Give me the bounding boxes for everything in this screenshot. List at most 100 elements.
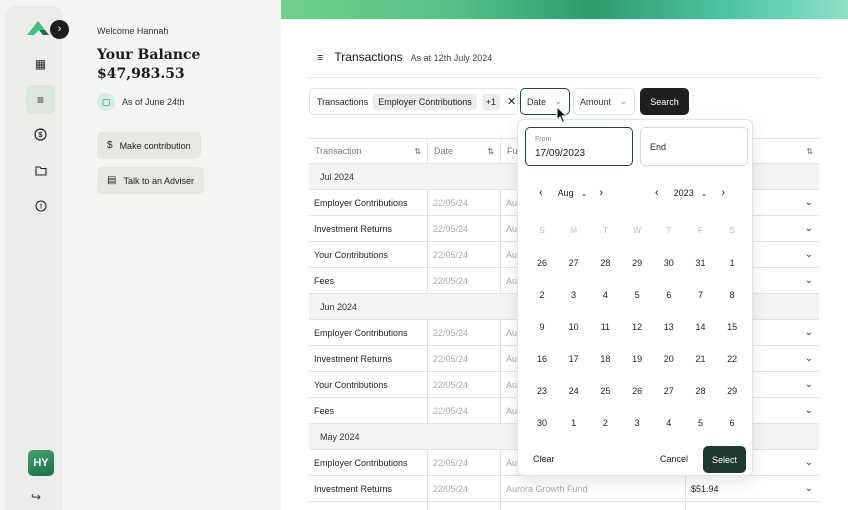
transaction-date: 22/05/24 — [428, 268, 501, 294]
clear-filter-icon[interactable]: ✕ — [507, 95, 516, 108]
chevron-down-icon: ⌄ — [580, 188, 588, 198]
date-range-picker: From 17/09/2023 End ‹ Aug ⌄ › ‹ 2023 ⌄ ›… — [517, 119, 753, 476]
nav-documents[interactable] — [26, 156, 55, 185]
calendar-day[interactable]: 29 — [720, 381, 744, 401]
calendar-day[interactable]: 23 — [530, 381, 554, 401]
column-header-label: Transaction — [315, 146, 362, 156]
calendar-day[interactable]: 26 — [625, 381, 649, 401]
calendar-day[interactable]: 30 — [530, 413, 554, 433]
expand-row-icon[interactable]: ⌄ — [805, 483, 813, 494]
cancel-button[interactable]: Cancel — [660, 454, 688, 464]
calendar-day[interactable]: 15 — [720, 317, 744, 337]
calendar-day[interactable]: 11 — [593, 317, 617, 337]
expand-row-icon[interactable]: ⌄ — [805, 249, 813, 260]
expand-row-icon[interactable]: ⌄ — [805, 379, 813, 390]
calendar-day[interactable]: 28 — [689, 381, 713, 401]
talk-adviser-label: Talk to an Adviser — [123, 175, 194, 186]
nav-transactions[interactable]: ≡ — [26, 85, 55, 114]
calendar-day[interactable]: 2 — [530, 285, 554, 305]
expand-row-icon[interactable]: ⌄ — [805, 457, 813, 468]
expand-sidebar-button[interactable]: › — [50, 20, 69, 39]
calendar-day[interactable]: 5 — [625, 285, 649, 305]
amount-filter-dropdown[interactable]: Amount ⌄ — [573, 88, 635, 115]
calendar-day[interactable]: 9 — [530, 317, 554, 337]
filter-label: Transactions — [317, 96, 369, 107]
folder-icon — [34, 166, 47, 176]
calendar-day[interactable]: 4 — [593, 285, 617, 305]
transaction-name: Investment Returns — [309, 346, 428, 372]
calendar-day[interactable]: 1 — [562, 413, 586, 433]
transactions-header: ≡ Transactions As at 12th July 2024 — [317, 50, 492, 64]
calendar-day[interactable]: 28 — [593, 253, 617, 273]
select-button[interactable]: Select — [703, 446, 746, 473]
calendar-day[interactable]: 10 — [562, 317, 586, 337]
weekday-label: S — [539, 226, 545, 235]
table-row[interactable]: Investment Returns 22/05/24 Aurora Growth … — [309, 476, 819, 502]
clear-button[interactable]: Clear — [533, 454, 555, 464]
from-date-field[interactable]: From 17/09/2023 — [525, 127, 633, 166]
calendar-day[interactable]: 12 — [625, 317, 649, 337]
calendar-day[interactable]: 31 — [689, 253, 713, 273]
calendar-day[interactable]: 8 — [720, 285, 744, 305]
calendar-day[interactable]: 29 — [625, 253, 649, 273]
table-row[interactable]: Your Contributions22/05/24Aurora Growth … — [309, 502, 819, 510]
calendar-day[interactable]: 3 — [625, 413, 649, 433]
calendar-day[interactable]: 30 — [657, 253, 681, 273]
calendar-day[interactable]: 19 — [625, 349, 649, 369]
calendar-day[interactable]: 13 — [657, 317, 681, 337]
calendar-day[interactable]: 24 — [562, 381, 586, 401]
calendar-day[interactable]: 2 — [593, 413, 617, 433]
nav-dashboard[interactable]: ▦ — [26, 49, 55, 78]
expand-row-icon[interactable]: ⌄ — [805, 327, 813, 338]
avatar[interactable]: HY — [28, 450, 54, 476]
search-button[interactable]: Search — [640, 88, 689, 115]
calendar-day[interactable]: 3 — [562, 285, 586, 305]
calendar-day[interactable]: 6 — [720, 413, 744, 433]
expand-row-icon[interactable]: ⌄ — [805, 197, 813, 208]
next-month-icon[interactable]: › — [599, 187, 603, 199]
list-icon: ≡ — [36, 92, 44, 107]
calendar-day[interactable]: 21 — [689, 349, 713, 369]
calendar-day[interactable]: 20 — [657, 349, 681, 369]
calendar-day[interactable]: 17 — [562, 349, 586, 369]
month-nav: ‹ Aug ⌄ › — [539, 187, 603, 199]
month-select[interactable]: Aug ⌄ — [558, 188, 588, 198]
calendar-day[interactable]: 26 — [530, 253, 554, 273]
calendar-day[interactable]: 18 — [593, 349, 617, 369]
calendar-day[interactable]: 16 — [530, 349, 554, 369]
calendar-day[interactable]: 27 — [657, 381, 681, 401]
calendar-day[interactable]: 4 — [657, 413, 681, 433]
expand-row-icon[interactable]: ⌄ — [805, 405, 813, 416]
calendar-day[interactable]: 1 — [720, 253, 744, 273]
calendar-day[interactable]: 5 — [689, 413, 713, 433]
year-select[interactable]: 2023 ⌄ — [674, 188, 708, 198]
logout-icon[interactable]: ↪ — [31, 490, 41, 504]
calendar-day[interactable]: 25 — [593, 381, 617, 401]
transaction-fund: Aurora Growth Fund — [501, 476, 686, 502]
calendar-day[interactable]: 6 — [657, 285, 681, 305]
column-header-date[interactable]: Date ⇅ — [428, 138, 501, 164]
prev-year-icon[interactable]: ‹ — [655, 187, 659, 199]
end-date-field[interactable]: End — [640, 127, 748, 166]
svg-text:!: ! — [39, 203, 41, 210]
transaction-name: Your Contributions — [309, 502, 428, 510]
next-year-icon[interactable]: › — [721, 187, 725, 199]
expand-row-icon[interactable]: ⌄ — [805, 353, 813, 364]
nav-balance[interactable]: $ — [26, 120, 55, 149]
nav-help[interactable]: ! — [26, 191, 55, 220]
calendar-day[interactable]: 22 — [720, 349, 744, 369]
weekday-label: F — [698, 226, 703, 235]
transaction-date: 22/05/24 — [428, 372, 501, 398]
expand-row-icon[interactable]: ⌄ — [805, 275, 813, 286]
column-header-transaction[interactable]: Transaction ⇅ — [309, 138, 428, 164]
calendar-day[interactable]: 14 — [689, 317, 713, 337]
prev-month-icon[interactable]: ‹ — [539, 187, 543, 199]
expand-row-icon[interactable]: ⌄ — [805, 223, 813, 234]
transaction-type-filter[interactable]: Transactions Employer Contributions +1 ✕ — [309, 88, 518, 115]
sort-icon: ⇅ — [487, 146, 494, 156]
dollar-icon: $ — [34, 128, 47, 141]
make-contribution-button[interactable]: $ Make contribution — [97, 132, 201, 159]
talk-adviser-button[interactable]: ▤ Talk to an Adviser — [97, 167, 204, 194]
calendar-day[interactable]: 27 — [562, 253, 586, 273]
calendar-day[interactable]: 7 — [689, 285, 713, 305]
